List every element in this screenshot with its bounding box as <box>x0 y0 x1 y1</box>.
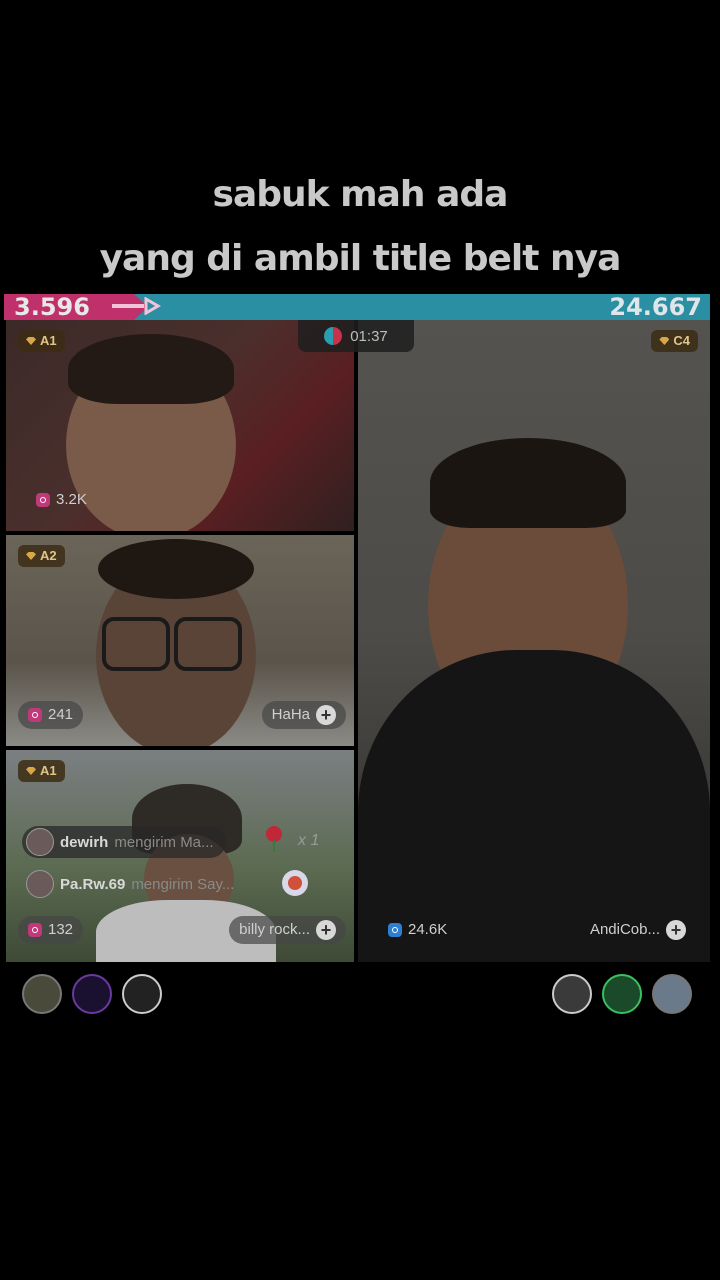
versus-icon <box>324 327 343 345</box>
glasses-right <box>174 617 242 671</box>
avatar[interactable] <box>72 974 112 1014</box>
plus-icon[interactable]: + <box>316 920 336 940</box>
participant-hair <box>98 539 254 599</box>
likes-counter: 3.2K <box>26 486 97 514</box>
guest-name-pill[interactable]: billy rock... + <box>229 916 346 944</box>
avatar[interactable] <box>22 974 62 1014</box>
participant-hair <box>430 438 626 528</box>
right-team-supporters <box>552 974 692 1014</box>
diamond-icon <box>659 337 670 345</box>
caption-line-2: yang di ambil title belt nya <box>99 238 622 279</box>
avatar[interactable] <box>122 974 162 1014</box>
boost-arrow-icon <box>112 297 161 315</box>
caption-line-1: sabuk mah ada <box>212 174 509 215</box>
glasses-left <box>102 617 170 671</box>
likes-counter: 24.6K <box>378 916 457 944</box>
avatar[interactable] <box>552 974 592 1014</box>
sticker-icon <box>282 870 308 896</box>
camera-icon <box>388 923 402 937</box>
camera-icon <box>28 923 42 937</box>
rank-badge: A1 <box>18 330 65 352</box>
guest-name-pill[interactable]: HaHa + <box>261 701 346 729</box>
likes-counter: 241 <box>18 701 84 729</box>
rank-badge: A1 <box>18 760 65 782</box>
rank-badge: C4 <box>651 330 698 352</box>
avatar <box>26 870 54 898</box>
right-score: 24.667 <box>609 294 702 320</box>
guest-name-pill[interactable]: AndiCob... + <box>580 916 696 944</box>
gift-notification-1: dewirh mengirim Ma... <box>22 826 226 858</box>
avatar[interactable] <box>652 974 692 1014</box>
video-tile-host[interactable]: C4 24.6K AndiCob... + <box>358 320 710 962</box>
left-team-supporters <box>22 974 162 1014</box>
participant-hair <box>68 334 234 404</box>
camera-icon <box>28 708 42 722</box>
gift-count: x 1 <box>298 832 320 849</box>
diamond-icon <box>26 552 36 560</box>
diamond-icon <box>26 767 36 775</box>
left-score: 3.596 <box>14 294 90 320</box>
avatar <box>26 828 54 856</box>
live-battle: 3.596 24.667 A1 3.2K A2 241 HaHa + A1 132… <box>4 294 710 966</box>
video-tile-2[interactable]: A2 241 HaHa + <box>6 535 354 746</box>
plus-icon[interactable]: + <box>666 920 686 940</box>
likes-counter: 132 <box>18 916 84 944</box>
rose-icon <box>266 826 282 852</box>
diamond-icon <box>26 337 36 345</box>
plus-icon[interactable]: + <box>316 705 336 725</box>
video-tile-1[interactable]: A1 3.2K <box>6 320 354 531</box>
camera-icon <box>36 493 50 507</box>
avatar[interactable] <box>602 974 642 1014</box>
rank-badge: A2 <box>18 545 65 567</box>
battle-timer: 01:37 <box>298 320 414 352</box>
score-bar: 3.596 24.667 <box>4 294 710 320</box>
gift-notification-2: Pa.Rw.69 mengirim Say... <box>22 868 246 900</box>
